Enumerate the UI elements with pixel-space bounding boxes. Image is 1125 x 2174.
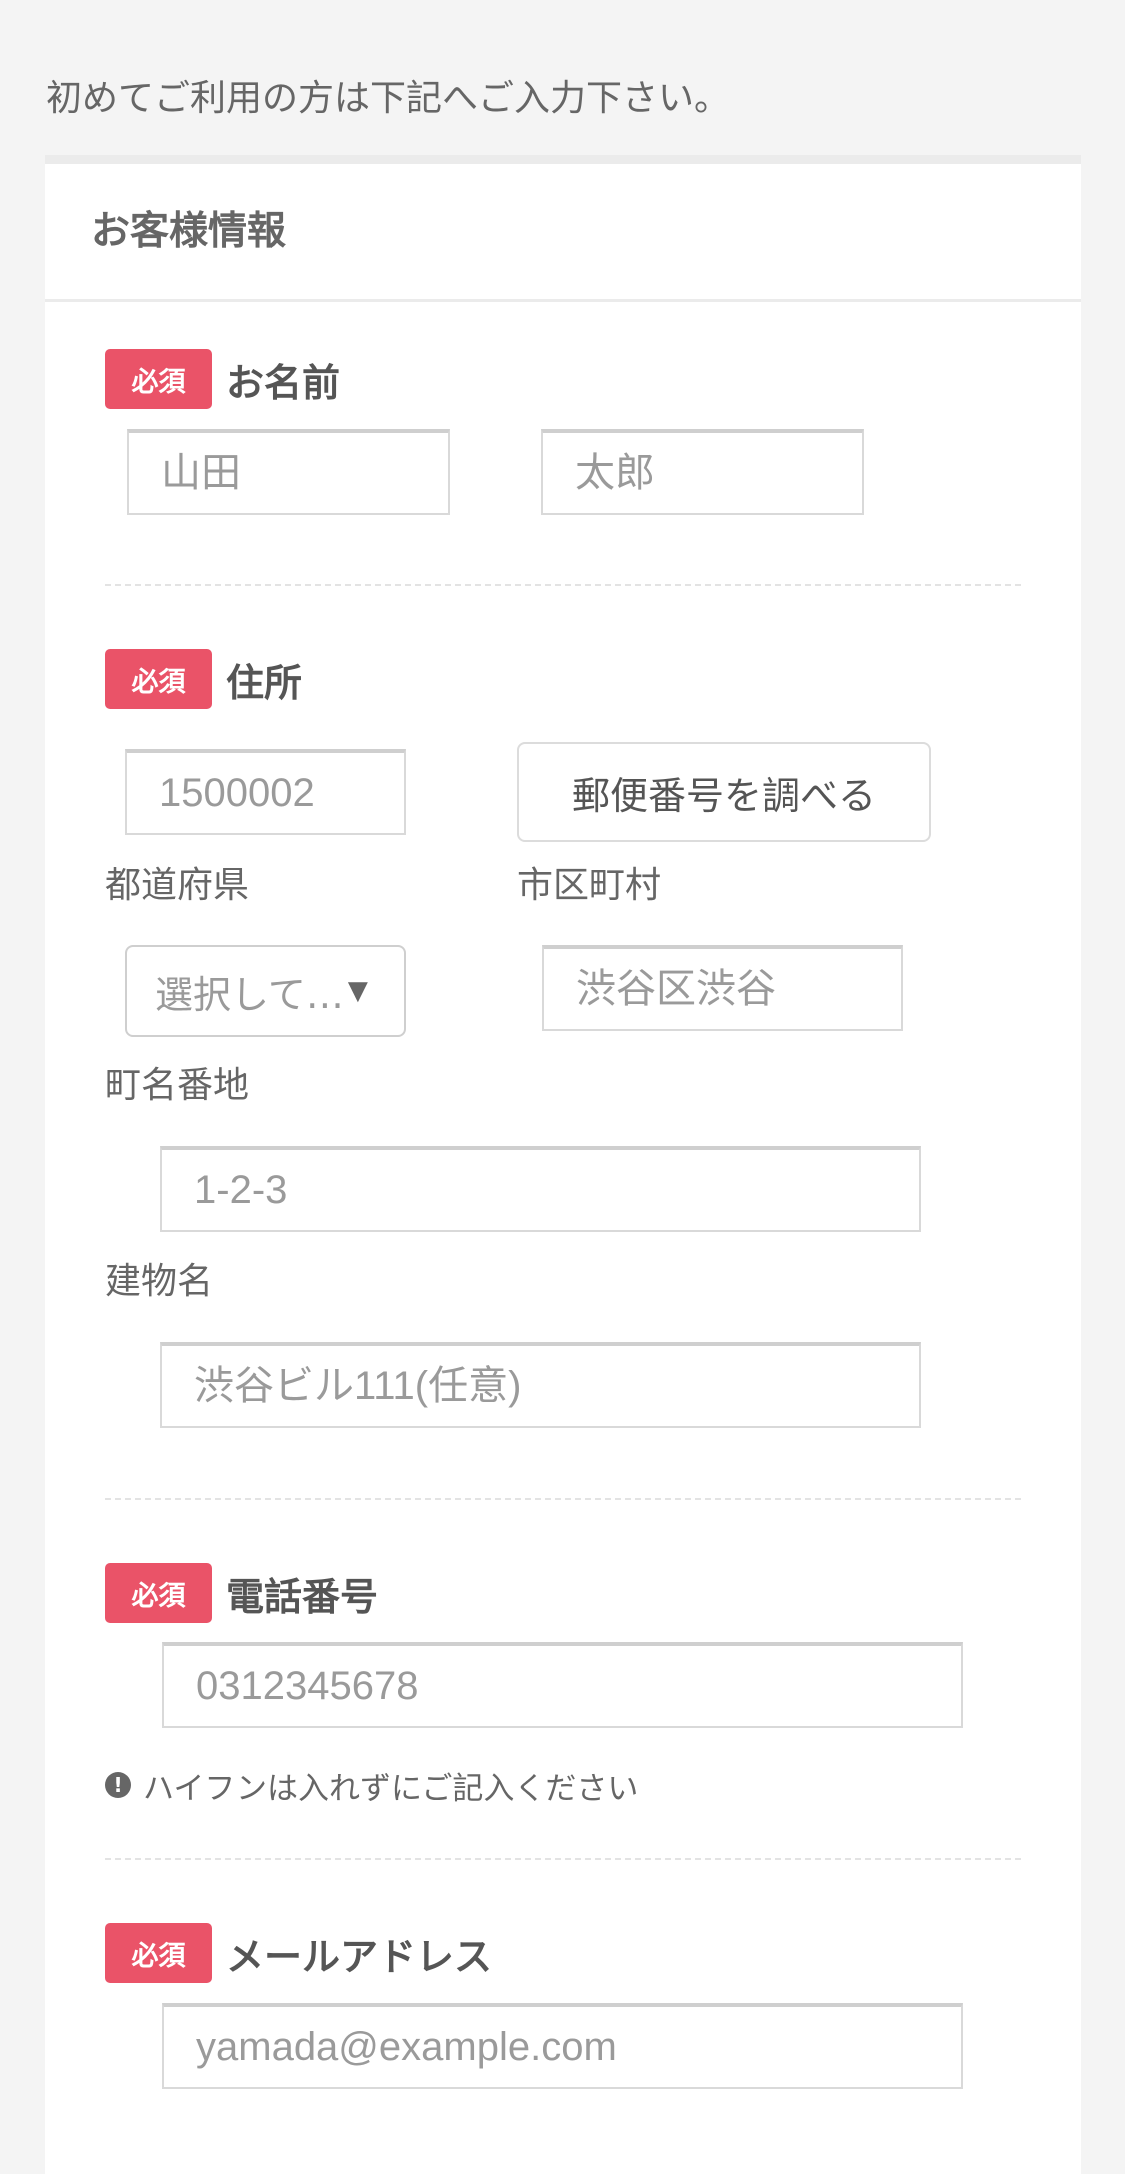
required-badge: 必須	[105, 649, 212, 709]
required-badge: 必須	[105, 1923, 212, 1983]
name-section-header: 必須 お名前	[105, 349, 340, 409]
customer-info-card: お客様情報 必須 お名前 必須 住所 郵便番号を調べる 都道府県 市区町村 選択…	[45, 155, 1081, 2174]
card-header: お客様情報	[45, 164, 1081, 302]
intro-text: 初めてご利用の方は下記へご入力下さい。	[46, 78, 731, 119]
required-badge: 必須	[105, 1563, 212, 1623]
address-section-header: 必須 住所	[105, 649, 302, 709]
section-divider	[105, 1498, 1021, 1500]
phone-section-header: 必須 電話番号	[105, 1563, 378, 1623]
card-title: お客様情報	[91, 209, 287, 254]
prefecture-select[interactable]: 選択して… ▼	[125, 945, 406, 1037]
required-badge: 必須	[105, 349, 212, 409]
email-section-title: メールアドレス	[226, 1934, 493, 1979]
building-label: 建物名	[105, 1261, 214, 1302]
first-name-input[interactable]	[541, 429, 864, 515]
address-section-title: 住所	[226, 660, 303, 705]
postal-code-input[interactable]	[125, 749, 406, 835]
last-name-input[interactable]	[127, 429, 450, 515]
exclamation-circle-icon: !	[105, 1772, 131, 1798]
building-input[interactable]	[160, 1342, 921, 1428]
prefecture-select-value: 選択して…	[155, 972, 344, 1017]
phone-note: ! ハイフンは入れずにご記入ください	[105, 1765, 639, 1807]
prefecture-label: 都道府県	[105, 865, 250, 906]
city-input[interactable]	[542, 945, 903, 1031]
phone-note-text: ハイフンは入れずにご記入ください	[143, 1770, 639, 1807]
section-divider	[105, 584, 1021, 586]
phone-section-title: 電話番号	[226, 1574, 379, 1619]
email-section-header: 必須 メールアドレス	[105, 1923, 492, 1983]
city-label: 市区町村	[517, 865, 662, 906]
street-input[interactable]	[160, 1146, 921, 1232]
section-divider	[105, 1858, 1021, 1860]
email-input[interactable]	[162, 2003, 963, 2089]
caret-down-icon: ▼	[347, 976, 368, 1006]
name-section-title: お名前	[226, 360, 341, 405]
postal-lookup-button[interactable]: 郵便番号を調べる	[517, 742, 931, 842]
street-label: 町名番地	[105, 1065, 250, 1106]
phone-input[interactable]	[162, 1642, 963, 1728]
